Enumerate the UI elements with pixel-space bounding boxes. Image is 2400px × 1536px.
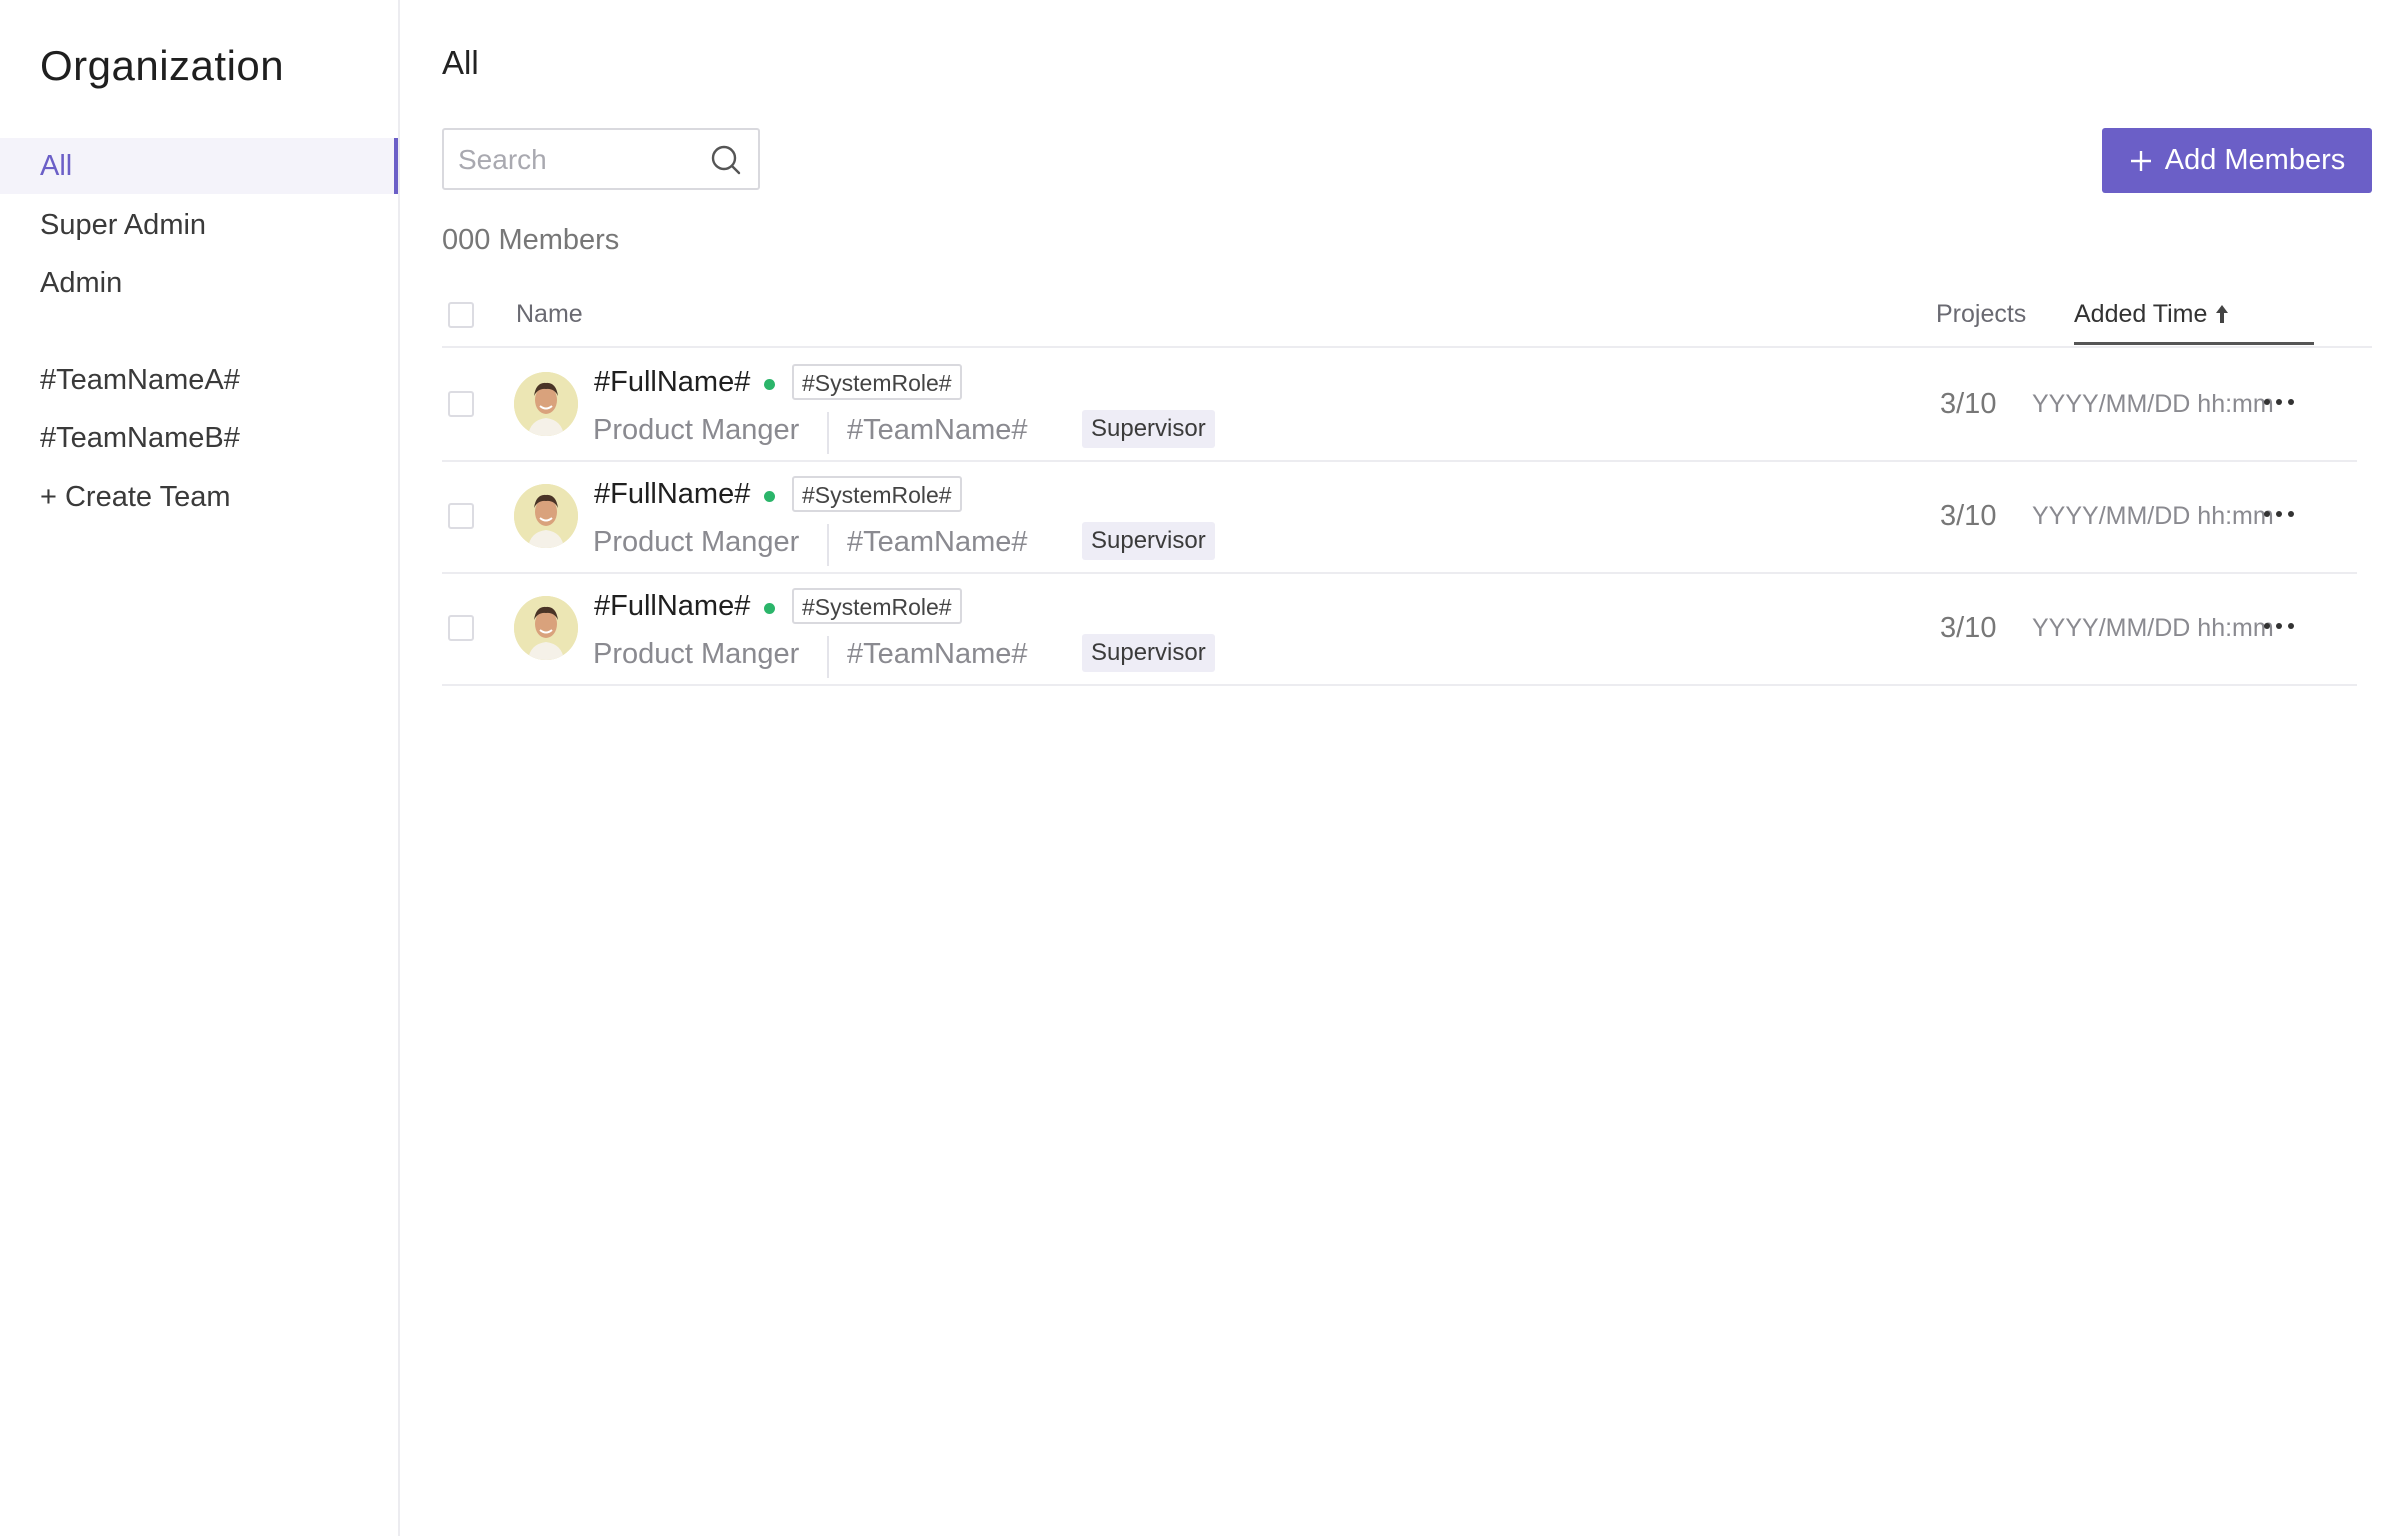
sidebar-item-all[interactable]: All xyxy=(0,138,398,194)
sidebar-item-team-a[interactable]: #TeamNameA# xyxy=(0,352,398,408)
search-icon[interactable] xyxy=(710,144,742,176)
member-job-title: Product Manger xyxy=(593,638,800,670)
team-role-badge: Supervisor xyxy=(1082,522,1215,560)
member-team-name: #TeamName# xyxy=(847,526,1028,558)
member-added-time: YYYY/MM/DD hh:mm xyxy=(2032,390,2274,418)
member-projects: 3/10 xyxy=(1940,388,1997,420)
member-added-time: YYYY/MM/DD hh:mm xyxy=(2032,614,2274,642)
person-icon xyxy=(514,484,578,548)
member-added-time: YYYY/MM/DD hh:mm xyxy=(2032,502,2274,530)
sort-indicator xyxy=(2074,342,2314,345)
row-checkbox[interactable] xyxy=(448,391,474,417)
online-status-dot xyxy=(764,379,775,390)
more-options-icon[interactable] xyxy=(2262,500,2296,528)
table-header: Name Projects Added Time xyxy=(442,286,2372,348)
row-checkbox[interactable] xyxy=(448,615,474,641)
divider xyxy=(827,412,829,454)
team-role-badge: Supervisor xyxy=(1082,410,1215,448)
more-options-icon[interactable] xyxy=(2262,612,2296,640)
column-header-added-time-label: Added Time xyxy=(2074,300,2208,328)
create-team-button[interactable]: + Create Team xyxy=(0,469,398,525)
row-checkbox[interactable] xyxy=(448,503,474,529)
main-content: All Add Members 000 Members Name Project… xyxy=(400,0,2400,1536)
system-role-tag: #SystemRole# xyxy=(792,364,962,400)
member-team-name: #TeamName# xyxy=(847,638,1028,670)
more-options-icon[interactable] xyxy=(2262,388,2296,416)
sidebar-item-team-b[interactable]: #TeamNameB# xyxy=(0,410,398,466)
member-job-title: Product Manger xyxy=(593,526,800,558)
page-title: All xyxy=(442,44,479,81)
plus-icon xyxy=(2130,150,2151,171)
member-job-title: Product Manger xyxy=(593,414,800,446)
avatar xyxy=(514,596,578,660)
search-box[interactable] xyxy=(442,128,760,190)
online-status-dot xyxy=(764,603,775,614)
column-header-name[interactable]: Name xyxy=(516,300,583,329)
avatar xyxy=(514,372,578,436)
member-count: 000 Members xyxy=(442,224,620,256)
divider xyxy=(827,636,829,678)
add-members-button[interactable]: Add Members xyxy=(2102,128,2372,193)
member-projects: 3/10 xyxy=(1940,500,1997,532)
search-input[interactable] xyxy=(444,130,710,190)
add-members-label: Add Members xyxy=(2164,144,2346,176)
member-full-name[interactable]: #FullName# xyxy=(594,366,750,399)
online-status-dot xyxy=(764,491,775,502)
member-team-name: #TeamName# xyxy=(847,414,1028,446)
table-row[interactable]: #FullName# #SystemRole# Product Manger #… xyxy=(442,460,2357,574)
table-row[interactable]: #FullName# #SystemRole# Product Manger #… xyxy=(442,572,2357,686)
member-full-name[interactable]: #FullName# xyxy=(594,478,750,511)
system-role-tag: #SystemRole# xyxy=(792,476,962,512)
column-header-projects[interactable]: Projects xyxy=(1936,300,2026,329)
arrow-up-icon xyxy=(2216,305,2229,323)
sidebar-item-super-admin[interactable]: Super Admin xyxy=(0,197,398,253)
avatar xyxy=(514,484,578,548)
select-all-checkbox[interactable] xyxy=(448,302,474,328)
sidebar-item-admin[interactable]: Admin xyxy=(0,255,398,311)
person-icon xyxy=(514,596,578,660)
sidebar: Organization All Super Admin Admin #Team… xyxy=(0,0,400,1536)
person-icon xyxy=(514,372,578,436)
system-role-tag: #SystemRole# xyxy=(792,588,962,624)
team-role-badge: Supervisor xyxy=(1082,634,1215,672)
member-full-name[interactable]: #FullName# xyxy=(594,590,750,623)
member-projects: 3/10 xyxy=(1940,612,1997,644)
table-row[interactable]: #FullName# #SystemRole# Product Manger #… xyxy=(442,348,2357,462)
sidebar-title: Organization xyxy=(40,42,285,89)
divider xyxy=(827,524,829,566)
column-header-added-time[interactable]: Added Time xyxy=(2074,300,2229,329)
